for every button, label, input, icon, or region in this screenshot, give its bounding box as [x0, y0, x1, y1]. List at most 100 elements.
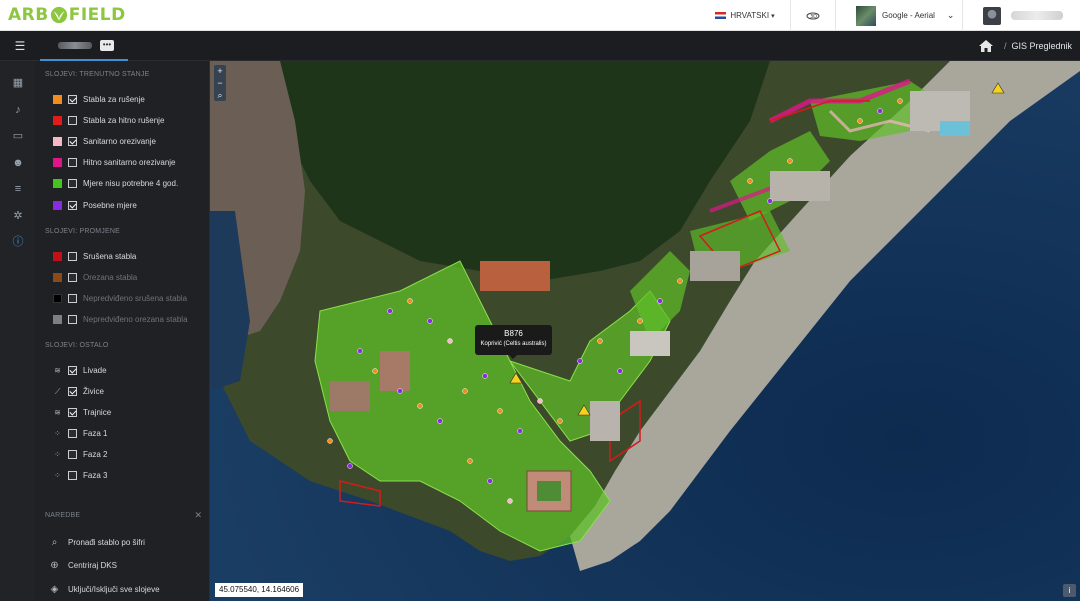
command-label: Centriraj DKS — [68, 560, 117, 570]
center-dks-command[interactable]: ⊕ Centriraj DKS — [49, 558, 117, 572]
layer-checkbox[interactable] — [68, 449, 77, 459]
layer-label: Sanitarno orezivanje — [83, 136, 156, 146]
project-name-redacted — [58, 41, 92, 49]
layer-label: Livade — [83, 365, 107, 375]
layer-checkbox[interactable] — [68, 386, 77, 396]
layer-checkbox[interactable] — [68, 251, 77, 261]
project-tab[interactable]: ••• — [40, 31, 128, 61]
layer-row-perennials[interactable]: ≋ Trajnice — [53, 405, 111, 419]
courtyard-garden — [537, 481, 561, 501]
hamburger-menu-icon[interactable]: ☰ — [0, 31, 40, 61]
layer-swatch — [53, 272, 62, 282]
layer-checkbox[interactable] — [68, 272, 77, 282]
layer-checkbox[interactable] — [68, 407, 77, 417]
layer-label: Trajnice — [83, 407, 112, 417]
building-6 — [380, 351, 410, 391]
tree-tooltip: B876 Koprivić (Celtis australis) — [475, 325, 552, 359]
users-icon[interactable]: ☻ — [12, 157, 24, 169]
3d-view-button[interactable]: 3D — [790, 0, 835, 31]
leaf-logo-icon — [50, 6, 67, 24]
app-logo[interactable]: ARB FIELD — [8, 4, 126, 26]
user-name-redacted — [1011, 11, 1063, 20]
layer-row-phase-1[interactable]: ⁘ Faza 1 — [53, 426, 107, 440]
layer-row-no-measures[interactable]: Mjere nisu potrebne 4 god. — [53, 176, 178, 190]
layer-checkbox[interactable] — [68, 200, 77, 210]
info-icon[interactable]: ⓘ — [12, 236, 24, 248]
home-icon[interactable] — [978, 40, 993, 52]
map-view[interactable]: + − ⌕ B876 Koprivić (Celtis australis) 4… — [210, 61, 1080, 601]
layer-label: Nepredviđeno orezana stabla — [83, 314, 188, 324]
toggle-layers-command[interactable]: ◈ Uključi/Isključi sve slojeve — [49, 582, 160, 596]
layer-row-special-measures[interactable]: Posebne mjere — [53, 198, 137, 212]
layer-checkbox[interactable] — [68, 365, 77, 375]
tooltip-tree-name: Koprivić (Celtis australis) — [480, 341, 547, 347]
map-zoom-controls: + − ⌕ — [214, 65, 226, 101]
avatar — [983, 6, 1001, 25]
folder-icon[interactable]: ▭ — [12, 130, 24, 142]
layer-row-sanitary-pruning[interactable]: Sanitarno orezivanje — [53, 134, 156, 148]
map-icon[interactable]: ▦ — [12, 77, 24, 89]
coordinates-readout: 45.075540, 14.164606 — [215, 583, 304, 597]
layer-row-pruned[interactable]: Orezana stabla — [53, 270, 137, 284]
chevron-down-icon: ▾ — [771, 12, 775, 20]
layer-checkbox[interactable] — [68, 157, 77, 167]
zoom-in-button[interactable]: + — [214, 65, 226, 77]
building-4 — [770, 171, 830, 201]
close-icon[interactable]: ✕ — [194, 510, 202, 521]
layer-swatch — [53, 94, 62, 104]
user-menu[interactable] — [962, 0, 1080, 31]
layer-label: Srušena stabla — [83, 251, 137, 261]
layer-checkbox[interactable] — [68, 293, 77, 303]
layer-row-unplanned-felled[interactable]: Nepredviđeno srušena stabla — [53, 291, 187, 305]
layer-swatch — [53, 178, 62, 188]
layer-swatch — [53, 115, 62, 125]
search-icon: ⌕ — [51, 536, 58, 548]
layer-checkbox[interactable] — [68, 470, 77, 480]
zoom-out-button[interactable]: − — [214, 77, 226, 89]
layer-checkbox[interactable] — [68, 314, 77, 324]
breadcrumb: / GIS Preglednik — [978, 31, 1072, 61]
basemap-label: Google - Aerial — [882, 11, 935, 20]
layer-panel: SLOJEVI: TRENUTNO STANJE Stabla za rušen… — [35, 61, 210, 601]
layer-row-phase-3[interactable]: ⁘ Faza 3 — [53, 468, 107, 482]
layer-row-urgent-removal[interactable]: Stabla za hitno rušenje — [53, 113, 164, 127]
aerial-map-canvas[interactable] — [210, 61, 1080, 601]
layer-checkbox[interactable] — [68, 178, 77, 188]
bell-icon[interactable]: ♪ — [12, 104, 24, 116]
layer-checkbox[interactable] — [68, 94, 77, 104]
svg-text:3D: 3D — [810, 14, 817, 20]
more-options-button[interactable]: ••• — [100, 39, 114, 51]
breadcrumb-current: GIS Preglednik — [1011, 41, 1072, 51]
tooltip-tree-id: B876 — [504, 329, 523, 338]
layer-row-phase-2[interactable]: ⁘ Faza 2 — [53, 447, 107, 461]
find-tree-command[interactable]: ⌕ Pronađi stablo po šifri — [49, 535, 145, 549]
layer-label: Orezana stabla — [83, 272, 138, 282]
layer-row-hedges[interactable]: ⟋ Živice — [53, 384, 104, 398]
layer-row-unplanned-pruned[interactable]: Nepredviđeno orezana stabla — [53, 312, 188, 326]
building-2 — [630, 331, 670, 356]
perennial-icon: ≋ — [54, 407, 61, 417]
command-label: Uključi/Isključi sve slojeve — [68, 584, 160, 594]
layer-row-meadows[interactable]: ≋ Livade — [53, 363, 107, 377]
layer-row-trees-removal[interactable]: Stabla za rušenje — [53, 92, 145, 106]
language-selector[interactable]: HRVATSKI ▾ — [700, 0, 790, 31]
settings-icon[interactable]: ✲ — [12, 210, 24, 222]
basemap-thumbnail — [856, 5, 876, 26]
search-icon[interactable]: ⌕ — [214, 89, 226, 101]
layer-label: Faza 2 — [83, 449, 108, 459]
layer-row-felled[interactable]: Srušena stabla — [53, 249, 136, 263]
layer-label: Faza 1 — [83, 428, 108, 438]
layer-checkbox[interactable] — [68, 136, 77, 146]
layers-icon: ◈ — [50, 583, 59, 595]
map-info-button[interactable]: i — [1063, 584, 1076, 597]
layer-label: Nepredviđeno srušena stabla — [83, 293, 188, 303]
layer-checkbox[interactable] — [68, 428, 77, 438]
layer-swatch — [53, 200, 62, 210]
croatia-flag-icon — [715, 12, 727, 19]
layer-checkbox[interactable] — [68, 115, 77, 125]
layer-label: Živice — [83, 386, 104, 396]
database-icon[interactable]: ≡ — [12, 183, 24, 195]
top-bar: ARB FIELD HRVATSKI ▾ 3D Google - Aerial … — [0, 0, 1080, 31]
layer-row-urgent-pruning[interactable]: Hitno sanitarno orezivanje — [53, 155, 176, 169]
basemap-selector[interactable]: Google - Aerial ⌄ — [835, 0, 962, 31]
